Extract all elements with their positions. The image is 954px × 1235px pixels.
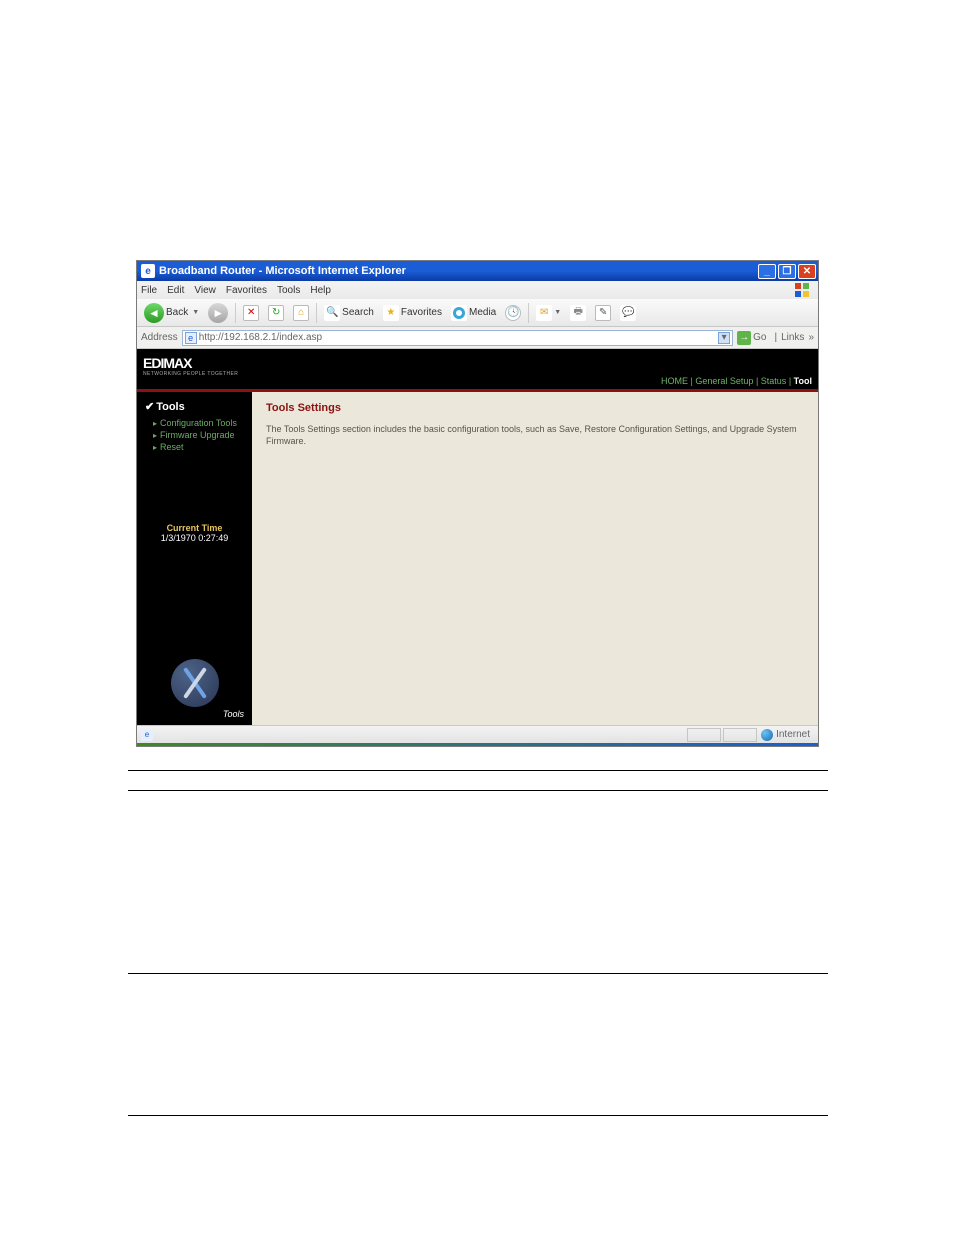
- minimize-button[interactable]: _: [758, 264, 776, 279]
- sidebar-footer: Tools: [137, 659, 252, 725]
- back-button[interactable]: ◄ Back ▼: [141, 301, 202, 325]
- close-button[interactable]: ✕: [798, 264, 816, 279]
- divider: [128, 1115, 828, 1116]
- print-button[interactable]: 🖶: [567, 303, 589, 323]
- go-label: Go: [753, 332, 766, 343]
- favorites-button[interactable]: ★ Favorites: [380, 303, 445, 323]
- refresh-icon: ↻: [268, 305, 284, 321]
- mail-button[interactable]: ✉ ▼: [533, 303, 564, 323]
- search-icon: 🔍: [324, 305, 340, 321]
- status-bar: e Internet: [137, 725, 818, 743]
- stop-button[interactable]: ✕: [240, 303, 262, 323]
- history-icon: 🕓: [505, 305, 521, 321]
- search-label: Search: [342, 307, 374, 318]
- sidebar-item-firmware-upgrade[interactable]: Firmware Upgrade: [153, 429, 252, 441]
- nav-tool[interactable]: Tool: [794, 376, 812, 386]
- window-title: Broadband Router - Microsoft Internet Ex…: [159, 265, 406, 277]
- favorites-icon: ★: [383, 305, 399, 321]
- discuss-button[interactable]: 💬: [617, 303, 639, 323]
- zone-label: Internet: [776, 729, 810, 740]
- edit-icon: ✎: [595, 305, 611, 321]
- history-button[interactable]: 🕓: [502, 303, 524, 323]
- internet-zone-icon: [761, 729, 773, 741]
- home-icon: ⌂: [293, 305, 309, 321]
- forward-icon: ►: [208, 303, 228, 323]
- back-label: Back: [166, 307, 188, 318]
- back-icon: ◄: [144, 303, 164, 323]
- nav-home[interactable]: HOME: [661, 376, 688, 386]
- chevron-down-icon: ▼: [192, 309, 199, 316]
- page-content: EDIMAX NETWORKING PEOPLE TOGETHER HOME |…: [137, 349, 818, 725]
- nav-general-setup[interactable]: General Setup: [695, 376, 753, 386]
- media-button[interactable]: Media: [448, 303, 499, 323]
- go-button[interactable]: → Go: [737, 331, 766, 345]
- maximize-button[interactable]: ❐: [778, 264, 796, 279]
- menu-tools[interactable]: Tools: [277, 285, 300, 296]
- divider: [128, 770, 828, 771]
- menu-file[interactable]: File: [141, 285, 157, 296]
- tools-icon: [171, 659, 219, 707]
- sidebar-item-reset[interactable]: Reset: [153, 441, 252, 453]
- top-nav: HOME | General Setup | Status | Tool: [661, 376, 812, 386]
- address-label: Address: [141, 332, 178, 343]
- status-section: [687, 728, 721, 742]
- main-panel: Tools Settings The Tools Settings sectio…: [252, 392, 818, 725]
- divider: [128, 790, 828, 791]
- links-label[interactable]: Links: [781, 332, 804, 343]
- page-status-icon: e: [141, 729, 153, 741]
- forward-button[interactable]: ►: [205, 301, 231, 325]
- sidebar-title: ✔Tools: [137, 392, 252, 417]
- menu-help[interactable]: Help: [310, 285, 331, 296]
- home-button[interactable]: ⌂: [290, 303, 312, 323]
- address-bar: Address e http://192.168.2.1/index.asp ▾…: [137, 327, 818, 349]
- taskbar-edge: [137, 743, 818, 746]
- stop-icon: ✕: [243, 305, 259, 321]
- refresh-button[interactable]: ↻: [265, 303, 287, 323]
- current-time-value: 1/3/1970 0:27:49: [141, 533, 248, 543]
- menu-favorites[interactable]: Favorites: [226, 285, 267, 296]
- titlebar: e Broadband Router - Microsoft Internet …: [137, 261, 818, 281]
- address-dropdown[interactable]: ▾: [718, 332, 730, 344]
- print-icon: 🖶: [570, 305, 586, 321]
- windows-flag-icon: [794, 282, 814, 298]
- main-heading: Tools Settings: [266, 402, 804, 414]
- sidebar: ✔Tools Configuration Tools Firmware Upgr…: [137, 392, 252, 725]
- zone-indicator: Internet: [757, 729, 814, 741]
- sidebar-foot-label: Tools: [137, 709, 252, 719]
- chevron-right-icon[interactable]: »: [808, 332, 814, 343]
- menubar: File Edit View Favorites Tools Help: [137, 281, 818, 299]
- edit-button[interactable]: ✎: [592, 303, 614, 323]
- page-icon: e: [185, 332, 197, 344]
- check-icon: ✔: [145, 401, 154, 413]
- menu-edit[interactable]: Edit: [167, 285, 184, 296]
- router-body: ✔Tools Configuration Tools Firmware Upgr…: [137, 392, 818, 725]
- brand-header: EDIMAX NETWORKING PEOPLE TOGETHER HOME |…: [137, 349, 818, 389]
- url-text: http://192.168.2.1/index.asp: [199, 332, 716, 343]
- menu-view[interactable]: View: [194, 285, 216, 296]
- media-label: Media: [469, 307, 496, 318]
- main-description: The Tools Settings section includes the …: [266, 424, 804, 447]
- edimax-logo: EDIMAX NETWORKING PEOPLE TOGETHER: [143, 355, 238, 377]
- current-time-block: Current Time 1/3/1970 0:27:49: [137, 523, 252, 543]
- toolbar: ◄ Back ▼ ► ✕ ↻ ⌂ 🔍 Search ★ Favorites: [137, 299, 818, 327]
- favorites-label: Favorites: [401, 307, 442, 318]
- sidebar-item-config-tools[interactable]: Configuration Tools: [153, 417, 252, 429]
- chevron-down-icon: ▼: [554, 309, 561, 316]
- browser-window: e Broadband Router - Microsoft Internet …: [136, 260, 819, 747]
- divider: [128, 973, 828, 974]
- mail-icon: ✉: [536, 305, 552, 321]
- current-time-label: Current Time: [141, 523, 248, 533]
- nav-status[interactable]: Status: [761, 376, 787, 386]
- discuss-icon: 💬: [620, 305, 636, 321]
- media-icon: [451, 305, 467, 321]
- go-icon: →: [737, 331, 751, 345]
- ie-icon: e: [141, 264, 155, 278]
- address-input[interactable]: e http://192.168.2.1/index.asp ▾: [182, 330, 733, 346]
- search-button[interactable]: 🔍 Search: [321, 303, 377, 323]
- status-section: [723, 728, 757, 742]
